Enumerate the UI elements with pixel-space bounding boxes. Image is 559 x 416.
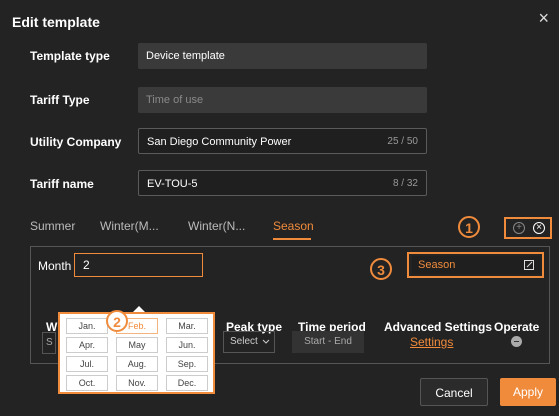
month-cell[interactable]: Mar. xyxy=(166,318,208,334)
chevron-down-icon xyxy=(262,339,270,344)
utility-company-input[interactable]: San Diego Community Power 25 / 50 xyxy=(138,128,427,154)
peak-type-select[interactable]: Select xyxy=(223,331,275,353)
time-start: Start xyxy=(304,336,326,347)
edit-icon[interactable] xyxy=(524,260,534,270)
tariff-name-label: Tariff name xyxy=(30,177,94,191)
tab-winter-m[interactable]: Winter(M... xyxy=(100,219,159,233)
tab-winter-n[interactable]: Winter(N... xyxy=(188,219,245,233)
tariff-type-field[interactable]: Time of use xyxy=(138,87,427,113)
apply-button[interactable]: Apply xyxy=(500,378,556,406)
tariff-type-label: Tariff Type xyxy=(30,93,90,107)
dialog-title: Edit template xyxy=(12,14,100,30)
row-first-cell[interactable]: S xyxy=(42,332,56,354)
season-name-value: Season xyxy=(418,259,456,271)
minus-circle-icon[interactable] xyxy=(511,336,522,347)
active-tab-underline xyxy=(273,238,311,240)
month-cell[interactable]: Jul. xyxy=(66,356,108,372)
column-header-advanced: Advanced Settings xyxy=(384,320,493,334)
add-circle-icon[interactable]: + xyxy=(513,222,525,234)
month-cell[interactable]: Nov. xyxy=(116,375,158,391)
close-icon[interactable]: × xyxy=(538,9,549,27)
month-cell[interactable]: May xyxy=(116,337,158,353)
column-header-operate: Operate xyxy=(494,320,540,334)
tab-season[interactable]: Season xyxy=(273,219,314,233)
season-name-input[interactable]: Season xyxy=(412,256,540,274)
month-cell[interactable]: Jun. xyxy=(166,337,208,353)
peak-type-select-label: Select xyxy=(230,336,258,347)
template-type-label: Template type xyxy=(30,49,110,63)
utility-company-value: San Diego Community Power xyxy=(147,136,292,148)
month-cell[interactable]: Dec. xyxy=(166,375,208,391)
month-cell[interactable]: Apr. xyxy=(66,337,108,353)
annotation-1-badge: 1 xyxy=(458,216,480,238)
month-label: Month xyxy=(38,259,72,273)
month-cell[interactable]: Jan. xyxy=(66,318,108,334)
utility-company-counter: 25 / 50 xyxy=(387,136,418,147)
minus-glyph xyxy=(514,341,519,342)
tab-summer[interactable]: Summer xyxy=(30,219,75,233)
month-cell[interactable]: Oct. xyxy=(66,375,108,391)
tariff-name-input[interactable]: EV-TOU-5 8 / 32 xyxy=(138,170,427,196)
time-period-range[interactable]: Start - End xyxy=(292,331,364,353)
utility-company-label: Utility Company xyxy=(30,135,122,149)
month-input[interactable]: 2 xyxy=(74,253,203,277)
month-picker: Jan. Feb. Mar. Apr. May Jun. Jul. Aug. S… xyxy=(58,310,215,394)
month-cell[interactable]: Aug. xyxy=(116,356,158,372)
time-end: End xyxy=(334,336,352,347)
tariff-name-value: EV-TOU-5 xyxy=(147,178,198,190)
row-first-cell-text: S xyxy=(46,337,53,348)
tariff-name-counter: 8 / 32 xyxy=(392,178,418,189)
time-separator: - xyxy=(327,336,332,347)
cancel-button[interactable]: Cancel xyxy=(420,378,488,406)
month-cell[interactable]: Sep. xyxy=(166,356,208,372)
month-input-value: 2 xyxy=(83,258,90,272)
template-type-field: Device template xyxy=(138,43,427,69)
annotation-3-badge: 3 xyxy=(370,258,392,280)
edit-template-dialog: Edit template × Template type Device tem… xyxy=(0,0,559,416)
close-circle-icon[interactable]: × xyxy=(533,222,545,234)
template-type-value: Device template xyxy=(146,50,225,62)
settings-link[interactable]: Settings xyxy=(410,335,453,349)
tariff-type-placeholder: Time of use xyxy=(146,94,204,106)
annotation-2-badge: 2 xyxy=(106,310,128,332)
